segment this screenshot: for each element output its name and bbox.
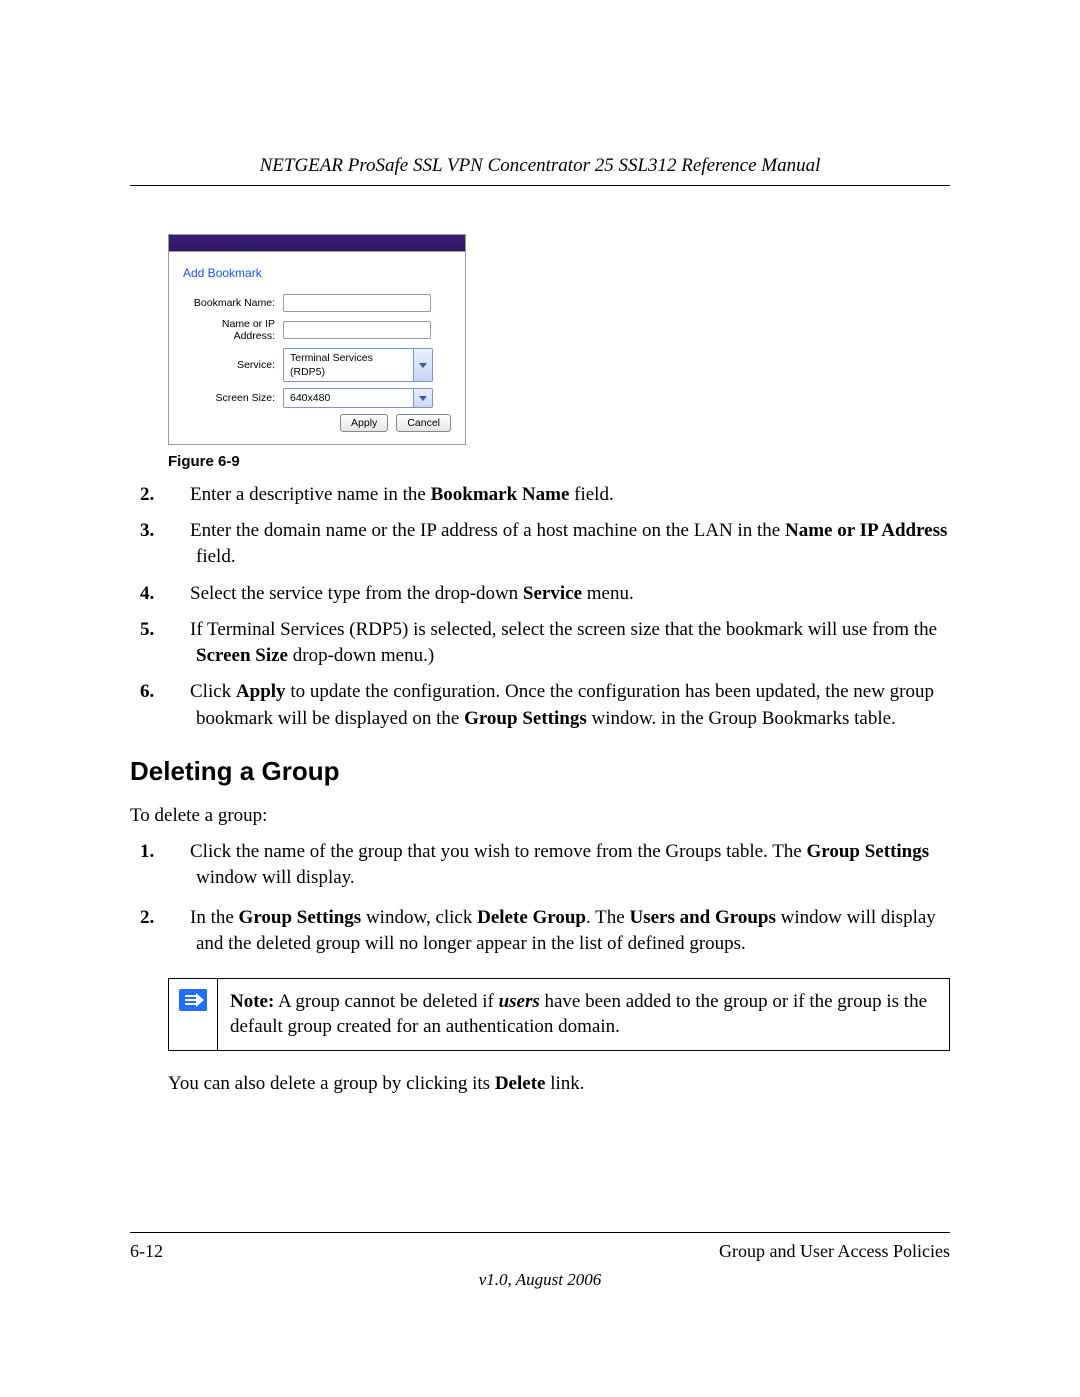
figure-caption: Figure 6-9 <box>168 453 950 470</box>
note-box: Note: A group cannot be deleted if users… <box>168 978 950 1051</box>
label-screen-size: Screen Size: <box>183 392 275 404</box>
page-footer: 6-12 Group and User Access Policies v1.0… <box>130 1232 950 1290</box>
step-item: 2.Enter a descriptive name in the Bookma… <box>168 482 950 508</box>
label-bookmark-name: Bookmark Name: <box>183 297 275 309</box>
row-bookmark-name: Bookmark Name: <box>183 294 451 312</box>
steps-list-top: 2.Enter a descriptive name in the Bookma… <box>168 482 950 732</box>
panel-title: Add Bookmark <box>183 266 451 280</box>
label-service: Service: <box>183 359 275 371</box>
service-select[interactable]: Terminal Services (RDP5) <box>283 348 433 382</box>
footer-right: Group and User Access Policies <box>719 1241 950 1262</box>
section-heading: Deleting a Group <box>130 756 950 787</box>
bookmark-name-input[interactable] <box>283 294 431 312</box>
header-rule <box>130 185 950 186</box>
row-service: Service: Terminal Services (RDP5) <box>183 348 451 382</box>
steps-list-delete: 1.Click the name of the group that you w… <box>168 839 950 958</box>
add-bookmark-panel: Add Bookmark Bookmark Name: Name or IP A… <box>168 234 466 445</box>
panel-titlebar <box>169 235 465 252</box>
step-item: 3.Enter the domain name or the IP addres… <box>168 518 950 570</box>
apply-button[interactable]: Apply <box>340 414 388 432</box>
doc-version: v1.0, August 2006 <box>130 1270 950 1290</box>
screen-size-select[interactable]: 640x480 <box>283 388 433 408</box>
screen-size-dropdown-button[interactable] <box>413 389 432 407</box>
note-icon-cell <box>169 979 218 1050</box>
step-item: 4.Select the service type from the drop-… <box>168 581 950 607</box>
delete-intro: To delete a group: <box>130 805 950 827</box>
name-or-ip-input[interactable] <box>283 321 431 339</box>
label-name-or-ip: Name or IP Address: <box>183 318 275 342</box>
screen-size-select-value: 640x480 <box>284 389 413 407</box>
after-note-text: You can also delete a group by clicking … <box>168 1073 950 1095</box>
note-text: Note: A group cannot be deleted if users… <box>218 979 949 1050</box>
step-item: 2.In the Group Settings window, click De… <box>168 905 950 957</box>
row-name-or-ip: Name or IP Address: <box>183 318 451 342</box>
chevron-down-icon <box>419 363 427 368</box>
figure-container: Add Bookmark Bookmark Name: Name or IP A… <box>168 234 950 445</box>
doc-header-title: NETGEAR ProSafe SSL VPN Concentrator 25 … <box>130 155 950 177</box>
service-select-value: Terminal Services (RDP5) <box>284 349 413 381</box>
step-item: 5.If Terminal Services (RDP5) is selecte… <box>168 617 950 669</box>
page-number: 6-12 <box>130 1241 163 1262</box>
step-item: 6.Click Apply to update the configuratio… <box>168 679 950 731</box>
footer-rule <box>130 1232 950 1233</box>
note-arrow-icon <box>179 989 207 1011</box>
cancel-button[interactable]: Cancel <box>396 414 451 432</box>
service-dropdown-button[interactable] <box>413 349 432 381</box>
step-item: 1.Click the name of the group that you w… <box>168 839 950 891</box>
row-screen-size: Screen Size: 640x480 <box>183 388 451 408</box>
chevron-down-icon <box>419 396 427 401</box>
